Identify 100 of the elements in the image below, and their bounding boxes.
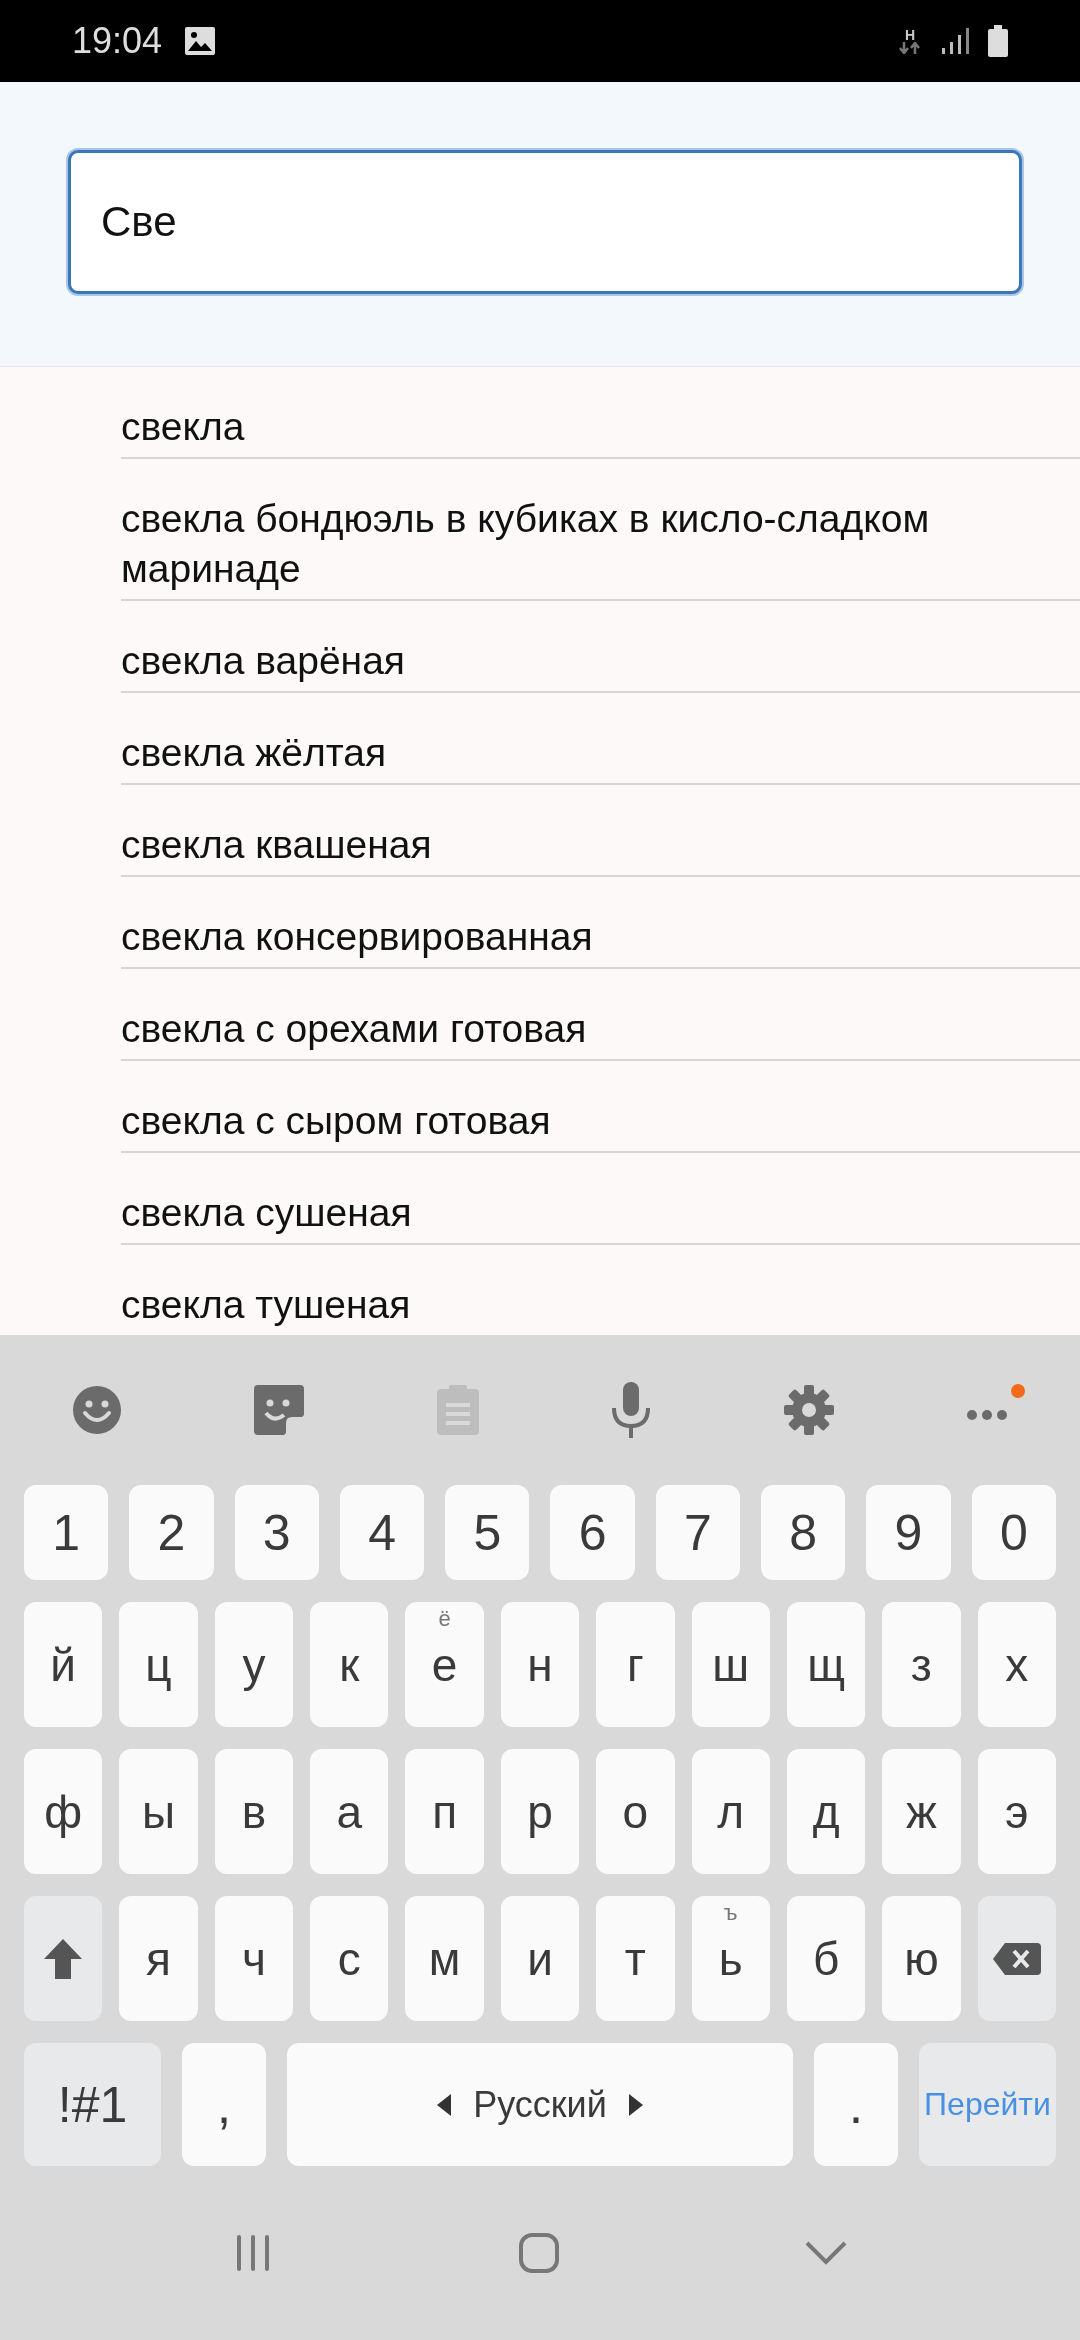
letter-key[interactable]: ч [214,1896,294,2021]
key-label: ш [712,1637,750,1692]
key-label: э [1005,1784,1029,1839]
key-label: е [431,1637,458,1692]
letter-key[interactable]: о [596,1749,675,1874]
right-triangle-icon [628,2093,643,2116]
suggestion-item[interactable]: свекла консервированная [121,877,1080,969]
letter-key[interactable]: к [310,1602,389,1727]
suggestion-item[interactable]: свекла квашеная [121,785,1080,877]
letter-key[interactable]: ю [882,1896,961,2021]
letter-key[interactable]: я [119,1896,198,2021]
letter-key[interactable]: ы [119,1749,198,1874]
key-label: ф [44,1784,83,1839]
number-key[interactable]: 7 [655,1485,741,1580]
key-label: в [241,1784,267,1839]
key-label: д [812,1784,840,1839]
status-time: 19:04 [72,20,163,62]
key-label: ь [718,1931,743,1986]
backspace-icon [992,1942,1041,1975]
letter-key[interactable]: а [310,1749,389,1874]
number-key[interactable]: 9 [866,1485,951,1580]
key-label: г [626,1637,644,1692]
suggestion-item[interactable]: свекла [121,367,1080,459]
suggestion-item[interactable]: свекла варёная [121,601,1080,693]
more-options-icon[interactable] [965,1383,1026,1423]
number-key[interactable]: 8 [761,1485,846,1580]
key-label: я [146,1931,171,1986]
key-hint: ъ [722,1900,739,1926]
key-label: т [624,1931,646,1986]
key-label: б [812,1931,840,1986]
letter-key[interactable]: ш [691,1602,770,1727]
space-key[interactable]: Русский [287,2043,793,2166]
left-triangle-icon [437,2093,452,2116]
key-label: ж [906,1784,937,1839]
number-key[interactable]: 6 [550,1485,635,1580]
key-label: ц [145,1637,172,1692]
key-label: к [339,1637,360,1692]
key-label: м [428,1931,461,1986]
hide-keyboard-icon[interactable] [805,2241,848,2265]
shift-key[interactable] [24,1896,103,2021]
sticker-icon[interactable] [254,1385,305,1435]
letter-key[interactable]: р [500,1749,580,1874]
signal-icon [940,26,970,56]
letter-key[interactable]: б [786,1896,866,2021]
number-key[interactable]: 3 [234,1485,319,1580]
number-key[interactable]: 4 [339,1485,425,1580]
key-label: ы [142,1784,176,1839]
letter-key[interactable]: щ [786,1602,866,1727]
suggestion-item[interactable]: свекла с сыром готовая [121,1061,1080,1153]
key-label: л [717,1784,745,1839]
emoji-icon[interactable] [72,1385,122,1435]
letter-key[interactable]: з [882,1602,961,1727]
key-label: а [336,1784,363,1839]
key-hint: ё [437,1606,452,1632]
key-label: р [527,1784,553,1839]
shift-icon [44,1938,83,1979]
letter-key[interactable]: э [977,1749,1056,1874]
key-label: и [527,1931,553,1986]
search-field[interactable]: Све [68,150,1022,294]
suggestion-item[interactable]: свекла с орехами готовая [121,969,1080,1061]
letter-key[interactable]: в [214,1749,294,1874]
key-label: й [50,1637,77,1692]
microphone-icon[interactable] [611,1382,652,1438]
letter-key[interactable]: т [596,1896,675,2021]
symbols-key[interactable]: !#1 [24,2043,161,2166]
home-icon[interactable] [518,2232,560,2274]
settings-icon[interactable] [783,1385,834,1435]
letter-key[interactable]: л [691,1749,770,1874]
backspace-key[interactable] [977,1896,1056,2021]
letter-key[interactable]: й [24,1602,103,1727]
punctuation-key[interactable]: . [814,2043,898,2166]
letter-key[interactable]: х [977,1602,1056,1727]
punctuation-key[interactable]: , [182,2043,266,2166]
letter-key[interactable]: ц [119,1602,198,1727]
suggestion-item[interactable]: свекла бондюэль в кубиках в кисло-сладком маринаде [121,459,1080,601]
letter-key[interactable]: ъ ь [691,1896,770,2021]
letter-key[interactable]: и [500,1896,580,2021]
battery-icon [988,25,1008,57]
letter-key[interactable]: у [214,1602,294,1727]
number-key[interactable]: 1 [24,1485,109,1580]
suggestion-item[interactable]: свекла жёлтая [121,693,1080,785]
number-key[interactable]: 2 [129,1485,214,1580]
letter-key[interactable]: ф [24,1749,103,1874]
letter-key[interactable]: п [405,1749,484,1874]
letter-key[interactable]: н [500,1602,580,1727]
letter-key[interactable]: д [786,1749,866,1874]
key-label: щ [807,1637,845,1692]
key-label: у [242,1637,266,1692]
suggestion-item[interactable]: свекла сушеная [121,1153,1080,1245]
key-label: с [337,1931,361,1986]
letter-key[interactable]: с [310,1896,389,2021]
letter-key[interactable]: ё е [405,1602,484,1727]
image-icon [184,26,217,56]
number-key[interactable]: 0 [971,1485,1056,1580]
letter-key[interactable]: м [405,1896,484,2021]
key-label: ч [241,1931,266,1986]
number-key[interactable]: 5 [445,1485,530,1580]
letter-key[interactable]: г [596,1602,675,1727]
letter-key[interactable]: ж [882,1749,961,1874]
key-label: н [527,1637,553,1692]
